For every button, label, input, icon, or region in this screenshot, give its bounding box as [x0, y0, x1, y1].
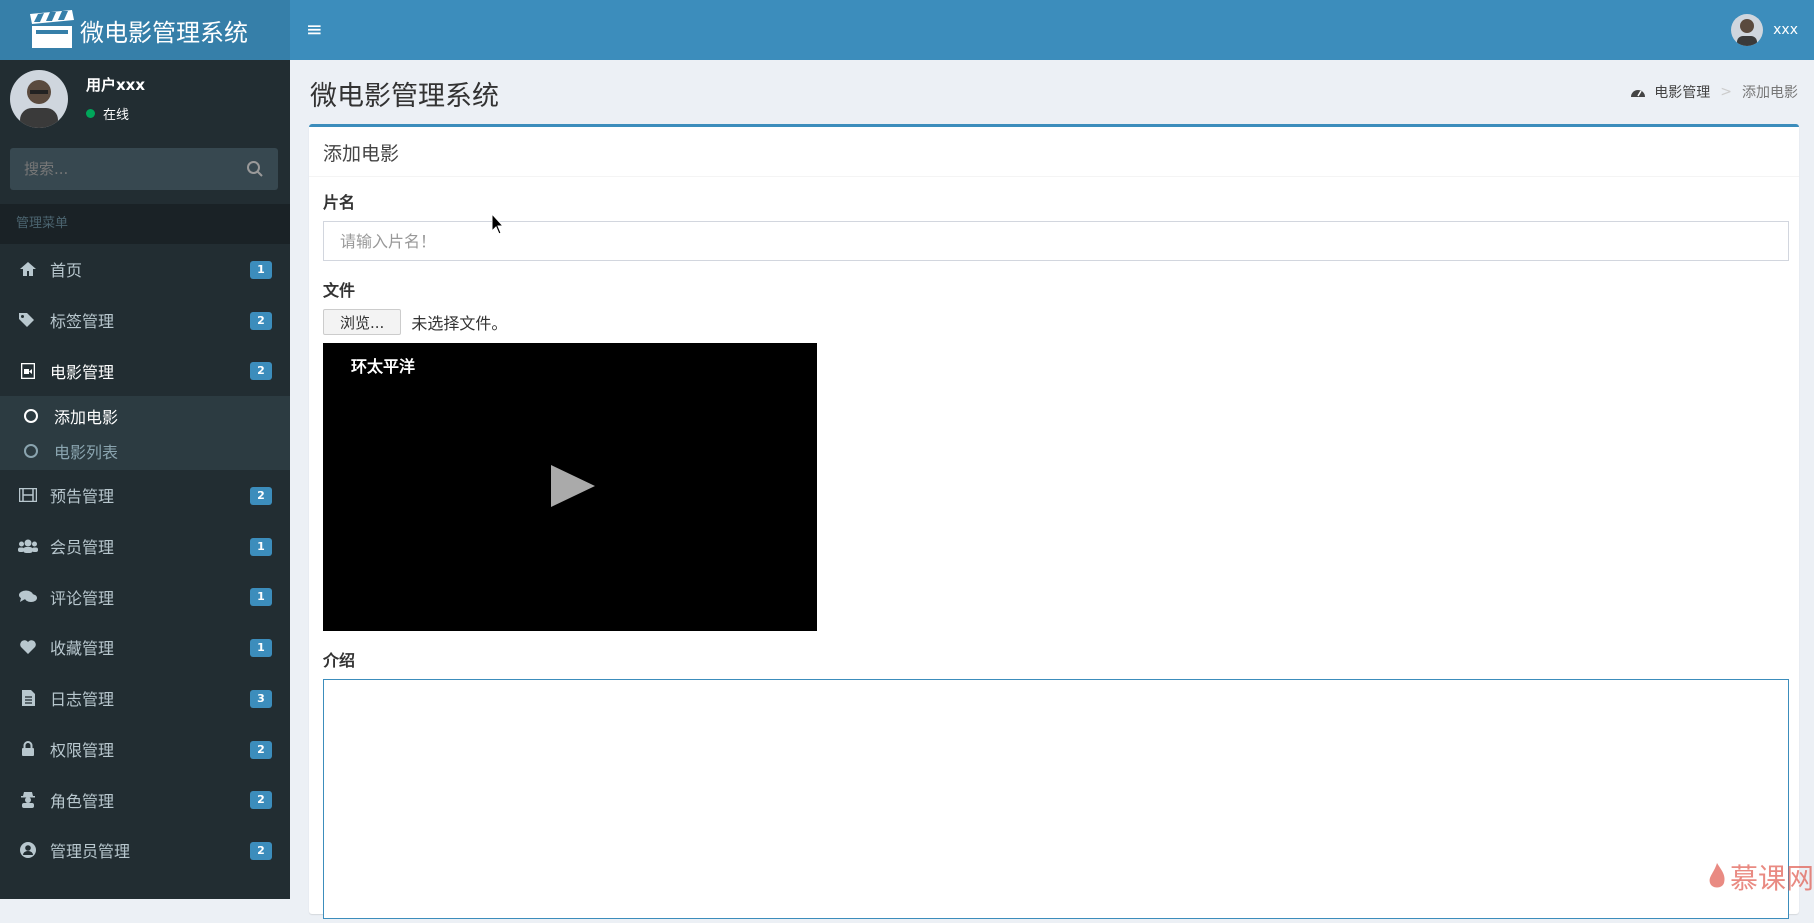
user-secret-icon [18, 790, 38, 810]
status-label: 在线 [103, 104, 129, 123]
movies-submenu: 添加电影 电影列表 [0, 396, 290, 470]
sidebar-item-label: 电影管理 [50, 359, 114, 383]
intro-label: 介绍 [323, 647, 1785, 671]
lock-icon [18, 739, 38, 759]
sidebar-item-label: 会员管理 [50, 534, 114, 558]
brand-title: 微电影管理系统 [80, 13, 248, 48]
count-badge: 3 [250, 690, 272, 708]
logo[interactable]: 微电影管理系统 [0, 0, 290, 60]
sidebar-item-label: 收藏管理 [50, 635, 114, 659]
content-header: 微电影管理系统 电影管理 > 添加电影 [290, 60, 1814, 122]
submenu-item-add-movie[interactable]: 添加电影 [0, 398, 290, 433]
mouse-cursor-icon [492, 214, 506, 236]
sidebar-item-previews[interactable]: 预告管理 2 [0, 470, 290, 521]
heart-icon [18, 637, 38, 657]
count-badge: 2 [250, 362, 272, 380]
submenu-label: 电影列表 [54, 439, 118, 463]
sidebar-item-admins[interactable]: 管理员管理 2 [0, 825, 290, 876]
add-movie-form: 片名 文件 浏览... 未选择文件。 环太平洋 介绍 [309, 189, 1799, 923]
sidebar-item-comments[interactable]: 评论管理 1 [0, 571, 290, 622]
sidebar-item-roles[interactable]: 角色管理 2 [0, 774, 290, 825]
file-video-icon [18, 361, 38, 381]
watermark: 慕课网 [1708, 857, 1814, 897]
menu-header: 管理菜单 [0, 204, 290, 244]
top-navbar: 微电影管理系统 ≡ xxx [0, 0, 1814, 60]
user-name: 用户xxx [86, 74, 145, 95]
sidebar-item-favorites[interactable]: 收藏管理 1 [0, 622, 290, 673]
count-badge: 2 [250, 791, 272, 809]
count-badge: 2 [250, 741, 272, 759]
intro-textarea[interactable] [323, 679, 1789, 919]
box-title: 添加电影 [309, 127, 1799, 177]
comments-icon [18, 587, 38, 607]
breadcrumb-current: 添加电影 [1742, 82, 1798, 102]
count-badge: 2 [250, 312, 272, 330]
tags-icon [18, 310, 38, 330]
users-icon [18, 536, 38, 556]
sidebar-toggle-button[interactable]: ≡ [306, 18, 328, 40]
sidebar-item-label: 标签管理 [50, 308, 114, 332]
avatar [10, 70, 68, 128]
user-menu[interactable]: xxx [1731, 14, 1798, 46]
sidebar-item-permissions[interactable]: 权限管理 2 [0, 724, 290, 775]
browse-button[interactable]: 浏览... [323, 309, 401, 335]
avatar [1731, 14, 1763, 46]
home-icon [18, 259, 38, 279]
video-title: 环太平洋 [351, 353, 415, 377]
breadcrumb: 电影管理 > 添加电影 [1630, 82, 1798, 102]
search-input[interactable] [24, 160, 246, 178]
user-circle-icon [18, 840, 38, 860]
circle-icon [24, 409, 38, 423]
flame-icon [1708, 863, 1726, 891]
clapperboard-icon [28, 10, 76, 50]
sidebar-menu: 首页 1 标签管理 2 电影管理 2 添加电影 电影列表 [0, 244, 290, 876]
submenu-item-movie-list[interactable]: 电影列表 [0, 433, 290, 468]
submenu-label: 添加电影 [54, 404, 118, 428]
sidebar-item-label: 预告管理 [50, 483, 114, 507]
sidebar-search [10, 148, 278, 190]
online-dot-icon [86, 109, 95, 118]
sidebar-item-logs[interactable]: 日志管理 3 [0, 673, 290, 724]
play-icon[interactable] [551, 465, 595, 507]
count-badge: 1 [250, 261, 272, 279]
name-label: 片名 [323, 189, 1785, 213]
sidebar-item-label: 评论管理 [50, 585, 114, 609]
sidebar-item-label: 管理员管理 [50, 838, 130, 862]
sidebar-item-home[interactable]: 首页 1 [0, 244, 290, 295]
video-player[interactable]: 环太平洋 [323, 343, 817, 631]
film-icon [18, 485, 38, 505]
add-movie-box: 添加电影 片名 文件 浏览... 未选择文件。 环太平洋 介绍 [309, 124, 1799, 914]
sidebar: 用户xxx 在线 管理菜单 首页 1 标签管理 2 电影管 [0, 60, 290, 899]
online-status: 在线 [86, 104, 129, 123]
circle-icon [24, 444, 38, 458]
count-badge: 2 [250, 842, 272, 860]
page-title: 微电影管理系统 [310, 74, 499, 113]
count-badge: 2 [250, 487, 272, 505]
user-panel: 用户xxx 在线 [0, 60, 290, 140]
breadcrumb-separator: > [1720, 84, 1732, 100]
sidebar-item-label: 首页 [50, 257, 82, 281]
file-status: 未选择文件。 [411, 310, 507, 334]
movie-name-input[interactable] [323, 221, 1789, 261]
dashboard-icon [1630, 85, 1646, 99]
breadcrumb-link[interactable]: 电影管理 [1654, 82, 1710, 102]
search-icon[interactable] [246, 160, 264, 178]
count-badge: 1 [250, 588, 272, 606]
watermark-text: 慕课网 [1730, 857, 1814, 897]
sidebar-item-members[interactable]: 会员管理 1 [0, 521, 290, 572]
file-text-icon [18, 688, 38, 708]
file-label: 文件 [323, 277, 1785, 301]
sidebar-item-label: 日志管理 [50, 686, 114, 710]
count-badge: 1 [250, 538, 272, 556]
file-picker: 浏览... 未选择文件。 [323, 309, 1785, 335]
sidebar-item-movies[interactable]: 电影管理 2 [0, 345, 290, 396]
top-username: xxx [1773, 22, 1798, 38]
count-badge: 1 [250, 639, 272, 657]
sidebar-item-tags[interactable]: 标签管理 2 [0, 295, 290, 346]
sidebar-item-label: 角色管理 [50, 788, 114, 812]
sidebar-item-label: 权限管理 [50, 737, 114, 761]
